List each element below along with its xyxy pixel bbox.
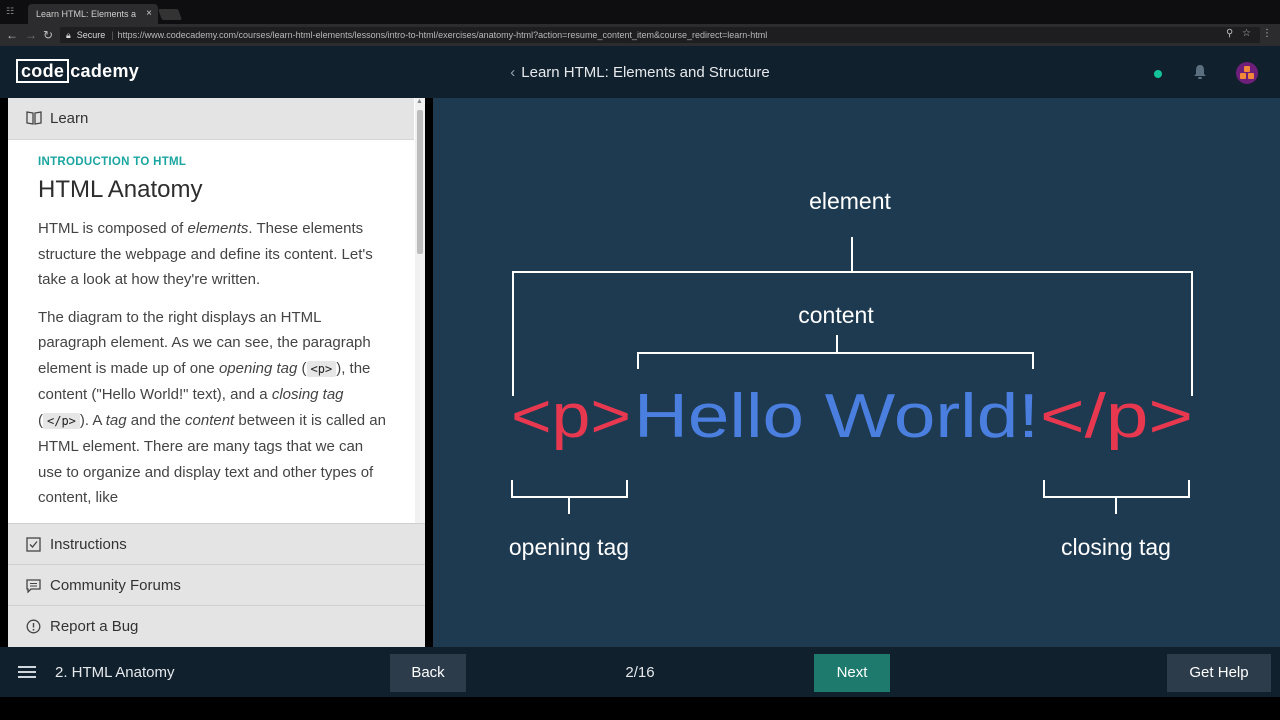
lesson-paragraph-1: HTML is composed of elements. These elem… <box>38 220 373 288</box>
current-lesson-name[interactable]: 2. HTML Anatomy <box>55 664 175 681</box>
opening-tag-label: opening tag <box>509 534 629 560</box>
book-icon <box>26 111 42 125</box>
opening-tag-bracket <box>511 480 628 498</box>
learn-tab[interactable]: Learn <box>8 98 414 140</box>
browser-tab-title: Learn HTML: Elements a <box>36 9 137 19</box>
lesson-title: HTML Anatomy <box>38 176 203 203</box>
html-anatomy-diagram: element content <p> Hello World! </p> op… <box>433 98 1280 647</box>
community-forums-label: Community Forums <box>50 577 181 594</box>
element-bracket <box>512 271 1193 396</box>
zoom-icon[interactable]: ⚲ <box>1226 28 1233 39</box>
lesson-content: INTRODUCTION TO HTML HTML Anatomy HTML i… <box>38 156 388 511</box>
closing-tag-text: </p> <box>1040 382 1193 451</box>
scrollbar-thumb[interactable] <box>417 110 423 254</box>
url-field[interactable]: 🔒︎ Secure | https://www.codecademy.com/cour… <box>60 27 1260 43</box>
browser-address-bar: ← → ↻ 🔒︎ Secure | https://www.codecademy.co… <box>0 24 1280 46</box>
code-open-tag: <p> <box>306 360 337 377</box>
browser-tab-bar: ☷ Learn HTML: Elements a × <box>0 0 1280 24</box>
checkbox-icon <box>26 537 41 552</box>
app-header: code cademy ‹ Learn HTML: Elements and Str… <box>0 46 1280 98</box>
learn-tab-label: Learn <box>50 110 89 127</box>
secure-label: Secure <box>76 30 106 40</box>
screen-bottom-border <box>0 697 1280 720</box>
status-dot-icon <box>1154 70 1162 78</box>
browser-tab[interactable]: Learn HTML: Elements a × <box>28 4 158 24</box>
new-tab-button[interactable] <box>157 9 183 20</box>
back-arrow-icon[interactable]: ← <box>6 28 18 42</box>
report-bug-tab[interactable]: Report a Bug <box>8 605 425 647</box>
forward-arrow-icon[interactable]: → <box>25 28 37 42</box>
diagram-svg: element content <p> Hello World! </p> op… <box>509 188 1193 560</box>
menu-hamburger-icon[interactable] <box>18 666 36 678</box>
user-avatar[interactable] <box>1236 62 1258 84</box>
alert-circle-icon <box>26 619 41 634</box>
content-bracket <box>637 352 1034 369</box>
closing-tag-label: closing tag <box>1061 534 1171 560</box>
instructions-label: Instructions <box>50 536 127 553</box>
lesson-panel: Learn ▲ INTRODUCTION TO HTML HTML Anatom… <box>8 98 425 647</box>
reload-icon[interactable]: ↻ <box>43 28 53 42</box>
instructions-tab[interactable]: Instructions <box>8 523 425 565</box>
browser-menu-icon[interactable]: ⋮ <box>1262 28 1272 39</box>
get-help-button[interactable]: Get Help <box>1167 654 1271 692</box>
code-close-tag: </p> <box>43 412 80 429</box>
close-tab-icon[interactable]: × <box>146 8 152 19</box>
chevron-left-icon: ‹ <box>510 64 516 81</box>
content-label: content <box>798 302 874 328</box>
url-text: https://www.codecademy.com/courses/learn… <box>117 30 768 40</box>
report-bug-label: Report a Bug <box>50 618 139 635</box>
lesson-paragraph-2: The diagram to the right displays an HTM… <box>38 308 386 507</box>
lesson-eyebrow: INTRODUCTION TO HTML <box>38 156 187 168</box>
window-menu-icon[interactable]: ☷ <box>6 6 16 16</box>
closing-tag-bracket <box>1043 480 1190 498</box>
back-button[interactable]: Back <box>390 654 466 692</box>
lesson-progress: 2/16 <box>625 664 655 681</box>
scroll-up-icon[interactable]: ▲ <box>416 98 423 105</box>
next-button[interactable]: Next <box>814 654 890 692</box>
lesson-footer: 2. HTML Anatomy Back 2/16 Next Get Help <box>0 647 1280 697</box>
course-title[interactable]: ‹ Learn HTML: Elements and Structure <box>0 64 1280 81</box>
bell-icon[interactable] <box>1192 64 1208 80</box>
community-forums-tab[interactable]: Community Forums <box>8 564 425 606</box>
chat-bubble-icon <box>26 579 41 593</box>
element-label: element <box>809 188 891 214</box>
hello-world-text: Hello World! <box>634 382 1039 451</box>
lesson-scrollbar[interactable]: ▲ <box>415 98 425 523</box>
lock-icon: 🔒︎ <box>66 30 71 40</box>
bookmark-star-icon[interactable]: ☆ <box>1242 28 1251 39</box>
opening-tag-text: <p> <box>511 382 631 451</box>
